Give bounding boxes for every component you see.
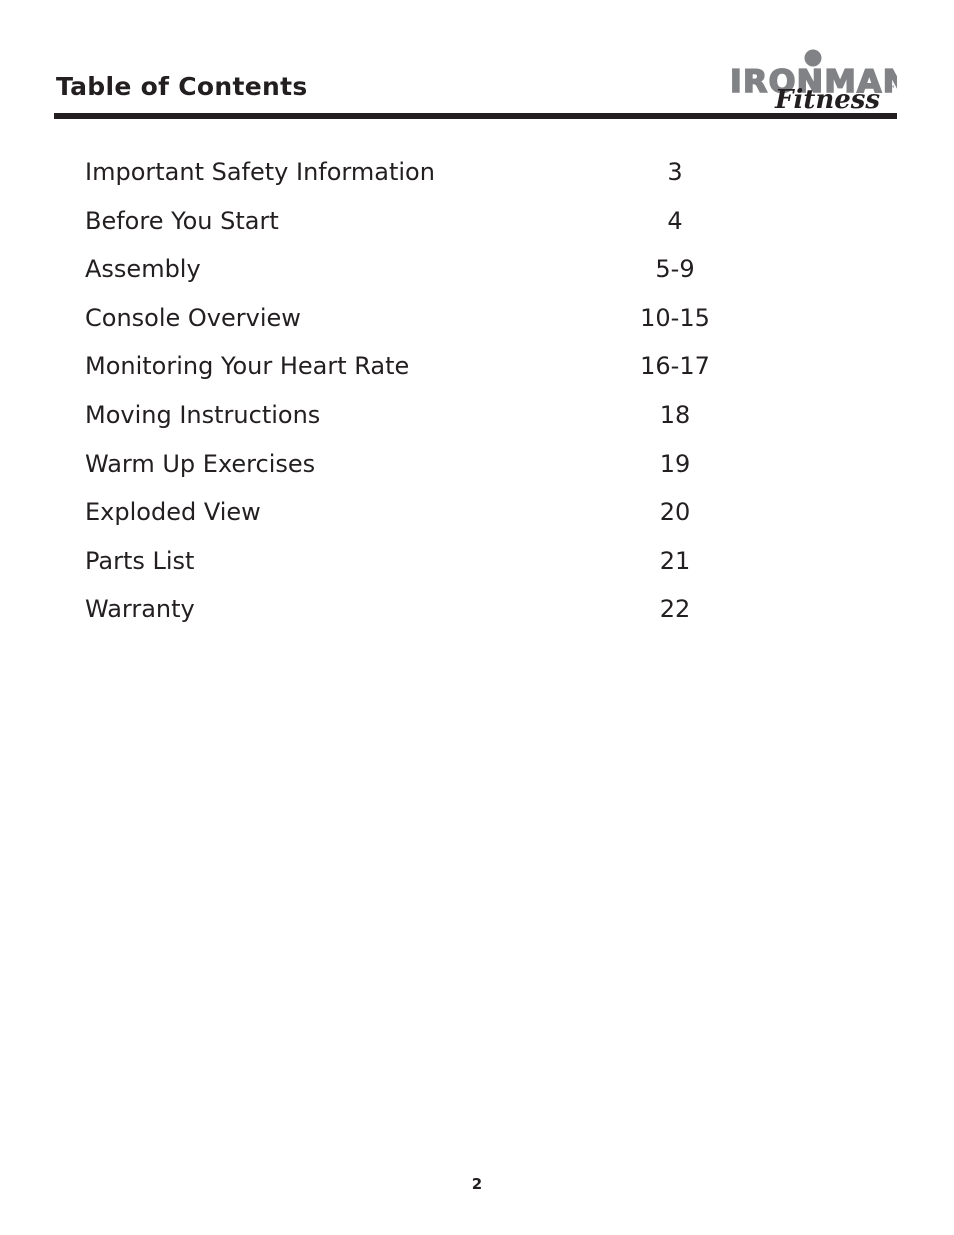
table-of-contents-list: Important Safety Information 3 Before Yo… bbox=[0, 155, 954, 641]
page-number: 2 bbox=[471, 1175, 483, 1193]
toc-entry-label: Assembly bbox=[85, 255, 201, 284]
toc-entry-label: Important Safety Information bbox=[85, 158, 435, 186]
toc-row[interactable]: Exploded View 20 bbox=[0, 495, 954, 544]
page-header: Table of Contents IRONMAN ™ Fitness bbox=[0, 0, 954, 130]
toc-entry-page-number: 21 bbox=[659, 546, 691, 575]
toc-row[interactable]: Parts List 21 bbox=[0, 544, 954, 593]
toc-row[interactable]: Moving Instructions 18 bbox=[0, 398, 954, 447]
toc-entry-label: Parts List bbox=[85, 546, 195, 575]
toc-entry-page-number: 3 bbox=[667, 158, 683, 186]
toc-row[interactable]: Important Safety Information 3 bbox=[0, 155, 954, 204]
toc-entry-page-number: 5-9 bbox=[655, 255, 695, 284]
ironman-fitness-logo: IRONMAN ™ Fitness bbox=[727, 48, 897, 112]
page-footer: 2 bbox=[0, 1174, 954, 1193]
toc-entry-label: Warm Up Exercises bbox=[85, 449, 316, 478]
logo-trademark-mark: ™ bbox=[887, 85, 896, 95]
toc-entry-page-number: 20 bbox=[659, 498, 691, 527]
toc-entry-label: Console Overview bbox=[85, 303, 301, 332]
toc-entry-page-number: 18 bbox=[659, 400, 691, 429]
toc-entry-label: Before You Start bbox=[85, 206, 279, 235]
toc-row[interactable]: Before You Start 4 bbox=[0, 204, 954, 253]
toc-row[interactable]: Warm Up Exercises 19 bbox=[0, 447, 954, 496]
toc-row[interactable]: Assembly 5-9 bbox=[0, 252, 954, 301]
toc-entry-page-number: 4 bbox=[667, 206, 683, 235]
toc-row[interactable]: Warranty 22 bbox=[0, 592, 954, 641]
header-divider-rule bbox=[54, 113, 897, 119]
toc-row[interactable]: Console Overview 10-15 bbox=[0, 301, 954, 350]
logo-script-fitness: Fitness bbox=[774, 85, 880, 112]
toc-entry-label: Warranty bbox=[85, 595, 195, 624]
toc-entry-label: Exploded View bbox=[85, 498, 261, 527]
toc-row[interactable]: Monitoring Your Heart Rate 16-17 bbox=[0, 349, 954, 398]
toc-entry-page-number: 10-15 bbox=[640, 303, 710, 332]
page-title: Table of Contents bbox=[56, 72, 308, 101]
toc-entry-label: Moving Instructions bbox=[85, 400, 321, 429]
toc-entry-label: Monitoring Your Heart Rate bbox=[85, 352, 410, 381]
toc-entry-page-number: 19 bbox=[659, 449, 691, 478]
toc-entry-page-number: 16-17 bbox=[640, 352, 710, 381]
toc-entry-page-number: 22 bbox=[659, 595, 691, 624]
